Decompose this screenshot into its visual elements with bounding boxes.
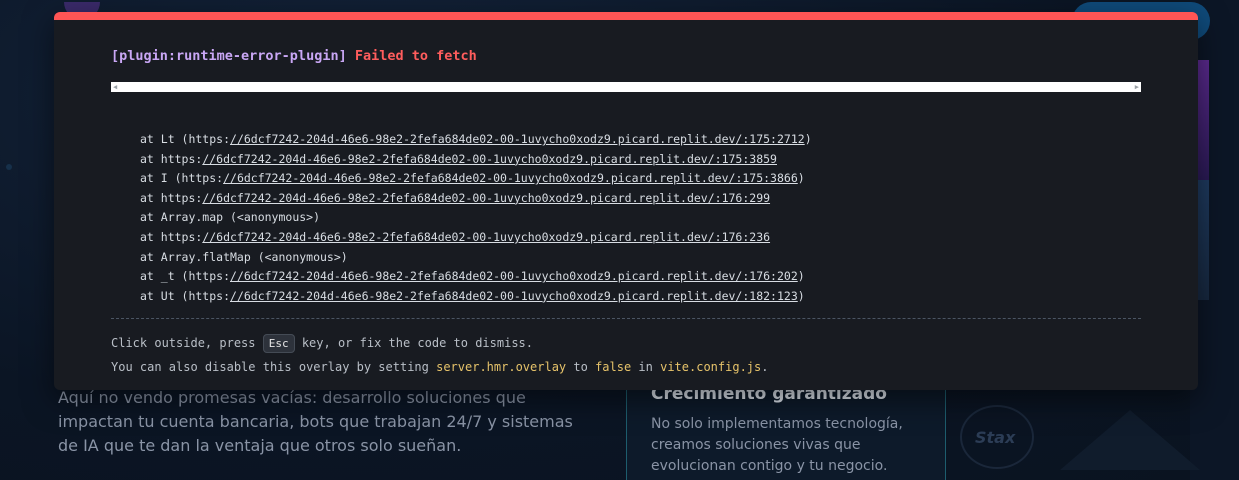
- stack-frame: at Lt (https://6dcf7242-204d-46e6-98e2-2…: [140, 132, 812, 146]
- plugin-name: [plugin:runtime-error-plugin]: [111, 48, 347, 64]
- feature-card-text: No solo implementamos tecnología, creamo…: [651, 416, 903, 474]
- setting-name: server.hmr.overlay: [436, 360, 567, 374]
- error-header: [plugin:runtime-error-plugin] Failed to …: [111, 48, 477, 64]
- scroll-left-arrow-icon[interactable]: ◀: [113, 82, 117, 92]
- stack-trace: at Lt (https://6dcf7242-204d-46e6-98e2-2…: [140, 130, 812, 306]
- brand-badge-text: Stax: [975, 428, 1016, 447]
- stack-frame-link[interactable]: //6dcf7242-204d-46e6-98e2-2fefa684de02-0…: [230, 289, 798, 303]
- stack-frame: at https://6dcf7242-204d-46e6-98e2-2fefa…: [140, 229, 771, 244]
- stack-frame: at Ut (https://6dcf7242-204d-46e6-98e2-2…: [140, 288, 805, 303]
- stack-frame: at I (https://6dcf7242-204d-46e6-98e2-2f…: [140, 171, 805, 186]
- error-message: Failed to fetch: [354, 48, 477, 64]
- stack-frame: at Array.map (<anonymous>): [140, 210, 321, 225]
- config-file-name: vite.config.js: [660, 360, 762, 374]
- divider: [111, 318, 1141, 319]
- decorative-shape: [1060, 410, 1200, 470]
- hero-lead-text: Aquí no vendo promesas vacías: desarroll…: [58, 388, 573, 455]
- stack-frame-link[interactable]: //6dcf7242-204d-46e6-98e2-2fefa684de02-0…: [202, 230, 770, 244]
- decorative-dot: [6, 164, 12, 170]
- stack-frame: at https://6dcf7242-204d-46e6-98e2-2fefa…: [140, 190, 771, 205]
- stack-frame: at Array.flatMap (<anonymous>): [140, 249, 348, 264]
- esc-key-badge: Esc: [262, 334, 295, 353]
- stack-frame-link[interactable]: //6dcf7242-204d-46e6-98e2-2fefa684de02-0…: [202, 152, 777, 166]
- scroll-right-arrow-icon[interactable]: ▶: [1135, 82, 1139, 92]
- stack-frame: at https://6dcf7242-204d-46e6-98e2-2fefa…: [140, 151, 777, 166]
- horizontal-scrollbar[interactable]: ◀ ▶: [111, 82, 1141, 92]
- right-gradient-image: [1197, 60, 1209, 180]
- stack-frame: at _t (https://6dcf7242-204d-46e6-98e2-2…: [140, 269, 805, 284]
- right-blue-panel: [1197, 180, 1209, 300]
- stack-frame-link[interactable]: //6dcf7242-204d-46e6-98e2-2fefa684de02-0…: [202, 191, 770, 205]
- dismiss-tip: Click outside, press Esc key, or fix the…: [111, 334, 533, 353]
- stack-frame-link[interactable]: //6dcf7242-204d-46e6-98e2-2fefa684de02-0…: [230, 132, 805, 146]
- stack-frame-link[interactable]: //6dcf7242-204d-46e6-98e2-2fefa684de02-0…: [230, 269, 798, 283]
- stack-frame-link[interactable]: //6dcf7242-204d-46e6-98e2-2fefa684de02-0…: [223, 171, 798, 185]
- error-overlay[interactable]: [plugin:runtime-error-plugin] Failed to …: [54, 12, 1198, 390]
- disable-overlay-tip: You can also disable this overlay by set…: [111, 360, 769, 374]
- setting-value: false: [595, 360, 632, 374]
